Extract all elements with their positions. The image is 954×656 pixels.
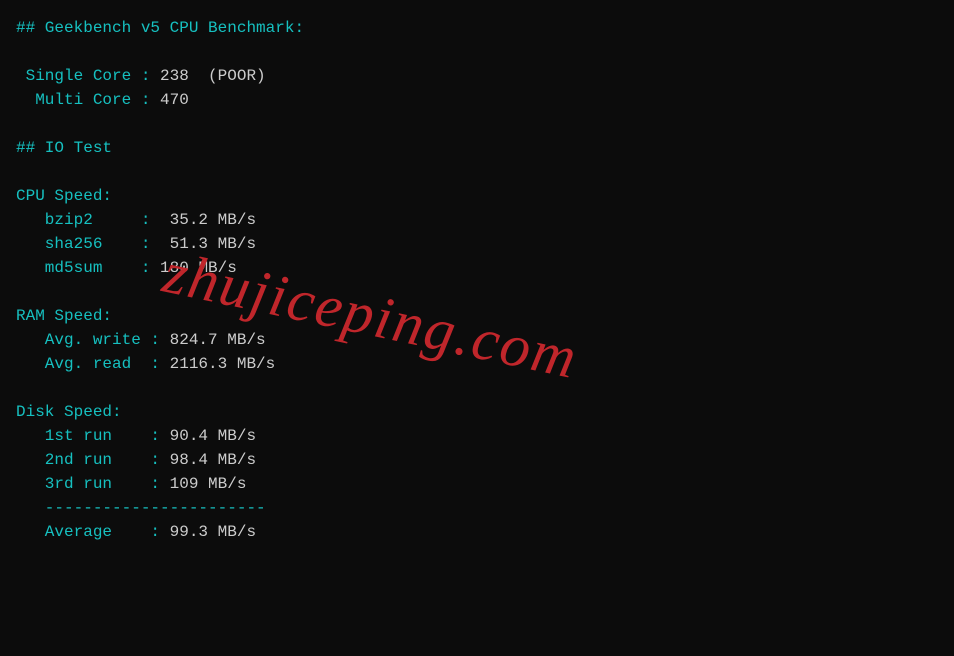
ram-write-label: Avg. write : — [16, 331, 170, 349]
disk-avg-row: Average : 99.3 MB/s — [16, 520, 938, 544]
disk-run3-value: 109 MB/s — [170, 475, 247, 493]
disk-run2-row: 2nd run : 98.4 MB/s — [16, 448, 938, 472]
disk-run3-row: 3rd run : 109 MB/s — [16, 472, 938, 496]
cpu-speed-title: CPU Speed: — [16, 187, 112, 205]
geekbench-title: ## Geekbench v5 CPU Benchmark: — [16, 19, 304, 37]
blank-line — [16, 280, 938, 304]
single-core-row: Single Core : 238 (POOR) — [16, 64, 938, 88]
blank-line — [16, 160, 938, 184]
ram-read-value: 2116.3 MB/s — [170, 355, 276, 373]
disk-divider-row: ----------------------- — [16, 496, 938, 520]
geekbench-header: ## Geekbench v5 CPU Benchmark: — [16, 16, 938, 40]
io-test-title: ## IO Test — [16, 139, 112, 157]
bzip2-label: bzip2 : — [16, 211, 170, 229]
ram-write-row: Avg. write : 824.7 MB/s — [16, 328, 938, 352]
disk-speed-title: Disk Speed: — [16, 403, 122, 421]
bzip2-row: bzip2 : 35.2 MB/s — [16, 208, 938, 232]
disk-run3-label: 3rd run : — [16, 475, 170, 493]
disk-run2-value: 98.4 MB/s — [170, 451, 256, 469]
multi-core-value: 470 — [160, 91, 189, 109]
sha256-row: sha256 : 51.3 MB/s — [16, 232, 938, 256]
ram-read-row: Avg. read : 2116.3 MB/s — [16, 352, 938, 376]
md5sum-label: md5sum : — [16, 259, 160, 277]
cpu-speed-header: CPU Speed: — [16, 184, 938, 208]
single-core-value: 238 (POOR) — [160, 67, 266, 85]
disk-divider: ----------------------- — [16, 499, 266, 517]
md5sum-row: md5sum : 180 MB/s — [16, 256, 938, 280]
ram-write-value: 824.7 MB/s — [170, 331, 266, 349]
multi-core-label: Multi Core : — [16, 91, 160, 109]
blank-line — [16, 376, 938, 400]
disk-speed-header: Disk Speed: — [16, 400, 938, 424]
sha256-label: sha256 : — [16, 235, 170, 253]
bzip2-value: 35.2 MB/s — [170, 211, 256, 229]
sha256-value: 51.3 MB/s — [170, 235, 256, 253]
md5sum-value: 180 MB/s — [160, 259, 237, 277]
disk-run1-value: 90.4 MB/s — [170, 427, 256, 445]
disk-avg-value: 99.3 MB/s — [170, 523, 256, 541]
io-test-header: ## IO Test — [16, 136, 938, 160]
blank-line — [16, 112, 938, 136]
single-core-label: Single Core : — [16, 67, 160, 85]
blank-line — [16, 40, 938, 64]
disk-run1-row: 1st run : 90.4 MB/s — [16, 424, 938, 448]
disk-run2-label: 2nd run : — [16, 451, 170, 469]
disk-run1-label: 1st run : — [16, 427, 170, 445]
ram-speed-header: RAM Speed: — [16, 304, 938, 328]
ram-speed-title: RAM Speed: — [16, 307, 112, 325]
multi-core-row: Multi Core : 470 — [16, 88, 938, 112]
disk-avg-label: Average : — [16, 523, 170, 541]
ram-read-label: Avg. read : — [16, 355, 170, 373]
